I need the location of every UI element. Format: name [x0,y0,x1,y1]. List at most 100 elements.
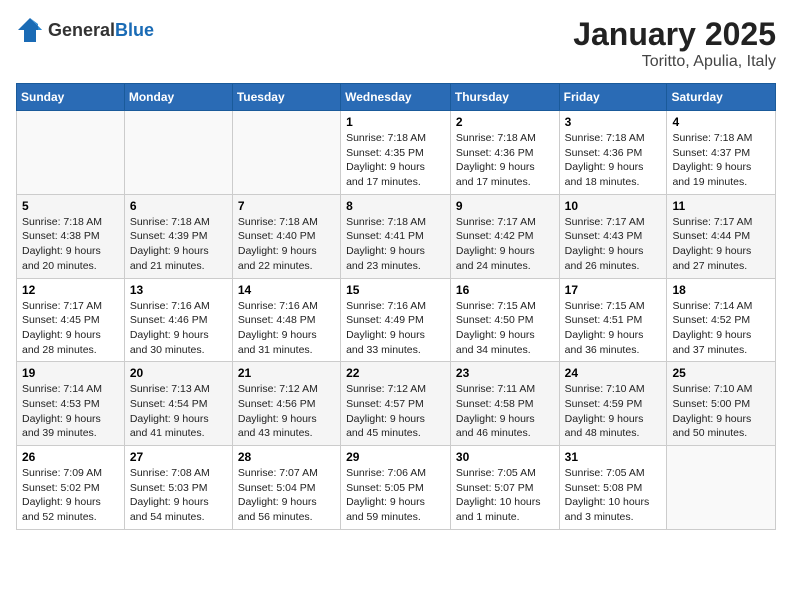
day-number: 29 [346,450,445,464]
calendar-cell: 30Sunrise: 7:05 AMSunset: 5:07 PMDayligh… [450,446,559,530]
month-title: January 2025 [573,16,776,53]
day-number: 30 [456,450,554,464]
calendar-cell: 2 Sunrise: 7:18 AMSunset: 4:36 PMDaylight… [450,111,559,195]
day-number: 8 [346,199,445,213]
calendar-cell: 1 Sunrise: 7:18 AMSunset: 4:35 PMDaylight… [341,111,451,195]
day-info: Sunrise: 7:18 AMSunset: 4:36 PMDaylight:… [456,131,554,190]
calendar-cell: 17 Sunrise: 7:15 AMSunset: 4:51 PMDayligh… [559,278,667,362]
day-info: Sunrise: 7:18 AMSunset: 4:36 PMDaylight:… [565,131,662,190]
day-info: Sunrise: 7:05 AMSunset: 5:08 PMDaylight:… [565,466,662,525]
calendar-cell: 5 Sunrise: 7:18 AMSunset: 4:38 PMDaylight… [17,194,125,278]
day-info: Sunrise: 7:18 AMSunset: 4:39 PMDaylight:… [130,215,227,274]
day-info: Sunrise: 7:15 AMSunset: 4:50 PMDaylight:… [456,299,554,358]
calendar-cell: 4 Sunrise: 7:18 AMSunset: 4:37 PMDaylight… [667,111,776,195]
calendar-cell: 6 Sunrise: 7:18 AMSunset: 4:39 PMDaylight… [124,194,232,278]
day-info: Sunrise: 7:10 AMSunset: 5:00 PMDaylight:… [672,382,770,441]
calendar-cell: 15 Sunrise: 7:16 AMSunset: 4:49 PMDayligh… [341,278,451,362]
calendar-cell: 9 Sunrise: 7:17 AMSunset: 4:42 PMDaylight… [450,194,559,278]
calendar-week-1: 5 Sunrise: 7:18 AMSunset: 4:38 PMDaylight… [17,194,776,278]
weekday-header-monday: Monday [124,84,232,111]
day-number: 17 [565,283,662,297]
calendar-cell: 26Sunrise: 7:09 AMSunset: 5:02 PMDayligh… [17,446,125,530]
calendar-table: SundayMondayTuesdayWednesdayThursdayFrid… [16,83,776,530]
logo-icon [16,16,44,44]
day-number: 31 [565,450,662,464]
day-number: 25 [672,366,770,380]
day-number: 20 [130,366,227,380]
day-info: Sunrise: 7:08 AMSunset: 5:03 PMDaylight:… [130,466,227,525]
weekday-header-friday: Friday [559,84,667,111]
day-number: 9 [456,199,554,213]
day-number: 3 [565,115,662,129]
calendar-cell: 20 Sunrise: 7:13 AMSunset: 4:54 PMDayligh… [124,362,232,446]
day-info: Sunrise: 7:13 AMSunset: 4:54 PMDaylight:… [130,382,227,441]
calendar-cell: 21 Sunrise: 7:12 AMSunset: 4:56 PMDayligh… [232,362,340,446]
day-number: 24 [565,366,662,380]
calendar-cell [17,111,125,195]
day-number: 4 [672,115,770,129]
day-info: Sunrise: 7:16 AMSunset: 4:49 PMDaylight:… [346,299,445,358]
day-info: Sunrise: 7:09 AMSunset: 5:02 PMDaylight:… [22,466,119,525]
calendar-cell: 23 Sunrise: 7:11 AMSunset: 4:58 PMDayligh… [450,362,559,446]
day-info: Sunrise: 7:14 AMSunset: 4:52 PMDaylight:… [672,299,770,358]
day-info: Sunrise: 7:07 AMSunset: 5:04 PMDaylight:… [238,466,335,525]
day-number: 5 [22,199,119,213]
calendar-cell: 14Sunrise: 7:16 AMSunset: 4:48 PMDayligh… [232,278,340,362]
day-number: 19 [22,366,119,380]
weekday-header-wednesday: Wednesday [341,84,451,111]
calendar-cell: 3 Sunrise: 7:18 AMSunset: 4:36 PMDaylight… [559,111,667,195]
page-header: GeneralBlue January 2025 Toritto, Apulia… [16,16,776,71]
calendar-week-4: 26Sunrise: 7:09 AMSunset: 5:02 PMDayligh… [17,446,776,530]
calendar-week-3: 19 Sunrise: 7:14 AMSunset: 4:53 PMDayligh… [17,362,776,446]
day-info: Sunrise: 7:18 AMSunset: 4:41 PMDaylight:… [346,215,445,274]
day-info: Sunrise: 7:14 AMSunset: 4:53 PMDaylight:… [22,382,119,441]
day-info: Sunrise: 7:12 AMSunset: 4:56 PMDaylight:… [238,382,335,441]
calendar-cell: 31 Sunrise: 7:05 AMSunset: 5:08 PMDayligh… [559,446,667,530]
day-number: 27 [130,450,227,464]
calendar-cell: 27 Sunrise: 7:08 AMSunset: 5:03 PMDayligh… [124,446,232,530]
calendar-cell: 28 Sunrise: 7:07 AMSunset: 5:04 PMDayligh… [232,446,340,530]
logo: GeneralBlue [16,16,154,44]
calendar-cell [124,111,232,195]
day-number: 1 [346,115,445,129]
day-number: 12 [22,283,119,297]
weekday-header-tuesday: Tuesday [232,84,340,111]
calendar-cell: 10Sunrise: 7:17 AMSunset: 4:43 PMDayligh… [559,194,667,278]
logo-text-blue: Blue [115,20,154,40]
calendar-cell: 12 Sunrise: 7:17 AMSunset: 4:45 PMDayligh… [17,278,125,362]
calendar-cell: 16 Sunrise: 7:15 AMSunset: 4:50 PMDayligh… [450,278,559,362]
day-info: Sunrise: 7:15 AMSunset: 4:51 PMDaylight:… [565,299,662,358]
day-info: Sunrise: 7:11 AMSunset: 4:58 PMDaylight:… [456,382,554,441]
day-info: Sunrise: 7:17 AMSunset: 4:42 PMDaylight:… [456,215,554,274]
day-info: Sunrise: 7:16 AMSunset: 4:46 PMDaylight:… [130,299,227,358]
day-number: 22 [346,366,445,380]
day-info: Sunrise: 7:10 AMSunset: 4:59 PMDaylight:… [565,382,662,441]
day-info: Sunrise: 7:17 AMSunset: 4:43 PMDaylight:… [565,215,662,274]
day-number: 21 [238,366,335,380]
calendar-cell: 8 Sunrise: 7:18 AMSunset: 4:41 PMDaylight… [341,194,451,278]
weekday-header-thursday: Thursday [450,84,559,111]
day-number: 15 [346,283,445,297]
day-info: Sunrise: 7:17 AMSunset: 4:45 PMDaylight:… [22,299,119,358]
day-info: Sunrise: 7:18 AMSunset: 4:37 PMDaylight:… [672,131,770,190]
calendar-cell: 22 Sunrise: 7:12 AMSunset: 4:57 PMDayligh… [341,362,451,446]
day-number: 6 [130,199,227,213]
day-number: 14 [238,283,335,297]
calendar-cell: 24 Sunrise: 7:10 AMSunset: 4:59 PMDayligh… [559,362,667,446]
calendar-cell [667,446,776,530]
day-number: 7 [238,199,335,213]
day-info: Sunrise: 7:18 AMSunset: 4:38 PMDaylight:… [22,215,119,274]
day-number: 28 [238,450,335,464]
calendar-cell: 13Sunrise: 7:16 AMSunset: 4:46 PMDayligh… [124,278,232,362]
weekday-header-sunday: Sunday [17,84,125,111]
calendar-cell: 11Sunrise: 7:17 AMSunset: 4:44 PMDayligh… [667,194,776,278]
logo-text-general: General [48,20,115,40]
calendar-cell: 19 Sunrise: 7:14 AMSunset: 4:53 PMDayligh… [17,362,125,446]
weekday-header-saturday: Saturday [667,84,776,111]
calendar-week-0: 1 Sunrise: 7:18 AMSunset: 4:35 PMDaylight… [17,111,776,195]
day-number: 23 [456,366,554,380]
day-number: 2 [456,115,554,129]
day-info: Sunrise: 7:12 AMSunset: 4:57 PMDaylight:… [346,382,445,441]
day-info: Sunrise: 7:18 AMSunset: 4:35 PMDaylight:… [346,131,445,190]
day-number: 16 [456,283,554,297]
